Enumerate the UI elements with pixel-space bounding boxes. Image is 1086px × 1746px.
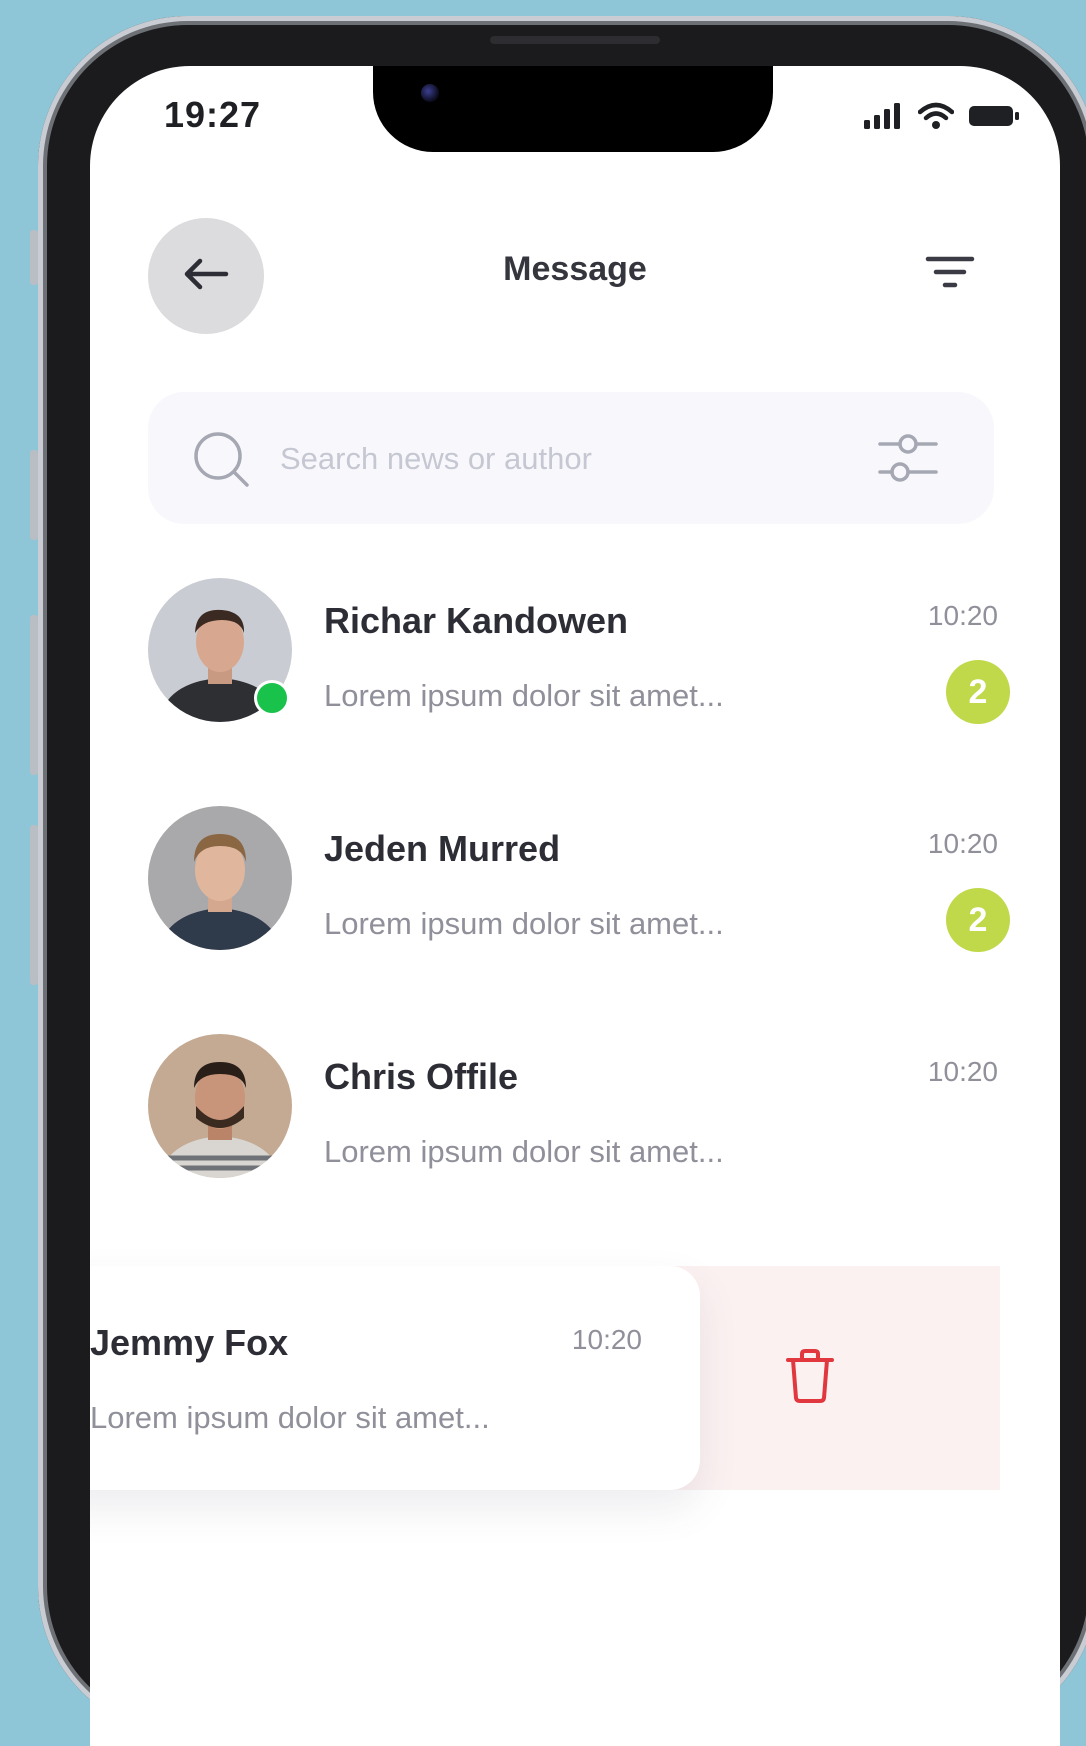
sliders-icon[interactable] (878, 430, 938, 491)
swiped-conversation-row[interactable]: Jemmy Fox Lorem ipsum dolor sit amet... … (90, 1266, 700, 1490)
trash-icon (786, 1348, 834, 1409)
contact-name: Chris Offile (324, 1056, 519, 1097)
contact-name: Jeden Murred (324, 828, 561, 869)
conversation-row[interactable]: Jeden Murred Lorem ipsum dolor sit amet.… (148, 806, 1010, 966)
message-preview: Lorem ipsum dolor sit amet... (324, 1134, 724, 1169)
side-button (30, 450, 38, 540)
avatar (148, 806, 292, 950)
unread-badge: 2 (946, 660, 1010, 724)
message-preview: Lorem ipsum dolor sit amet... (324, 906, 724, 941)
contact-name: Richar Kandowen (324, 600, 629, 641)
page-title: Message (503, 250, 647, 288)
silent-switch (30, 230, 38, 285)
online-status-dot (254, 680, 290, 716)
message-preview: Lorem ipsum dolor sit amet... (324, 678, 724, 713)
message-time: 10:20 (927, 1056, 998, 1087)
message-preview: Lorem ipsum dolor sit amet... (90, 1400, 490, 1435)
avatar (148, 1034, 292, 1178)
speaker-grille (490, 36, 660, 44)
volume-up-button (30, 615, 38, 775)
filter-lines-icon (925, 255, 975, 294)
search-icon (192, 430, 252, 495)
wifi-icon (917, 102, 955, 135)
app-screen: 19:27 Message Search news or author Rich… (90, 66, 1060, 1746)
message-time: 10:20 (571, 1324, 642, 1355)
filter-menu-button[interactable] (924, 254, 976, 294)
search-bar[interactable] (148, 392, 994, 524)
unread-badge: 2 (946, 888, 1010, 952)
status-time: 19:27 (164, 94, 262, 135)
message-time: 10:20 (927, 600, 998, 631)
volume-down-button (30, 825, 38, 985)
conversation-row[interactable]: Chris Offile Lorem ipsum dolor sit amet.… (148, 1034, 998, 1194)
contact-name: Jemmy Fox (90, 1322, 289, 1363)
camera-notch (373, 66, 773, 152)
battery-icon (968, 103, 1020, 134)
status-icons (864, 102, 1020, 135)
front-camera (421, 84, 439, 102)
cellular-signal-icon (864, 103, 904, 134)
conversation-row[interactable]: Richar Kandowen Lorem ipsum dolor sit am… (148, 578, 1010, 738)
search-input[interactable] (278, 428, 802, 490)
message-time: 10:20 (927, 828, 998, 859)
